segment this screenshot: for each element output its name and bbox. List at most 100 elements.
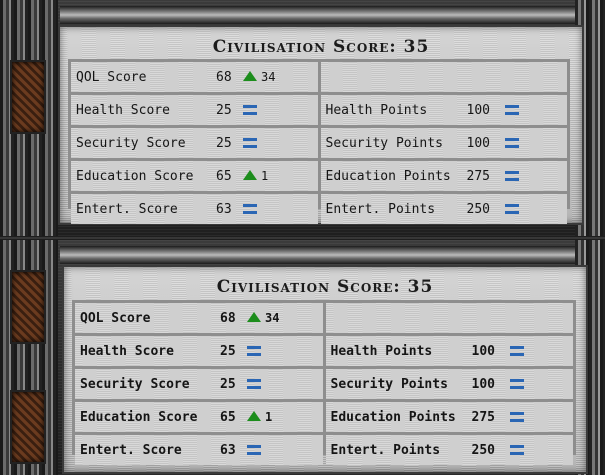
stat-label: Entert. Points	[325, 202, 436, 217]
stat-value: 250	[466, 202, 490, 217]
equals-icon	[509, 445, 524, 455]
stat-value: 250	[471, 443, 495, 458]
stat-value: 63	[216, 202, 232, 217]
score-grid: QOL Score 68 34 Health Score 25 Health Points…	[72, 300, 576, 465]
stat-value: 68	[216, 70, 232, 85]
stat-indicator	[509, 377, 524, 392]
stat-label: Health Score	[76, 103, 170, 118]
qol-score-cell: QOL Score 68 34	[71, 62, 318, 92]
education-points-cell: Education Points 275	[325, 402, 573, 432]
stat-label: Health Points	[330, 344, 433, 359]
equals-icon	[509, 346, 524, 356]
equals-icon	[504, 171, 519, 181]
health-score-cell: Health Score 25	[75, 336, 323, 366]
stat-label: QOL Score	[80, 311, 151, 326]
equals-icon	[243, 204, 257, 214]
entert-score-cell: Entert. Score 63	[75, 435, 323, 465]
empty-cell	[325, 303, 573, 333]
education-score-cell: Education Score 65 1	[75, 402, 323, 432]
stat-value: 275	[471, 410, 495, 425]
stat-value: 63	[220, 443, 236, 458]
stat-indicator: 34	[243, 70, 275, 85]
stat-indicator	[504, 169, 519, 184]
stat-value: 100	[466, 136, 490, 151]
score-grid: QOL Score 68 34 Health Score 25 Health Points…	[68, 59, 570, 224]
security-score-cell: Security Score 25	[71, 128, 318, 158]
stat-label: Education Score	[76, 169, 194, 184]
equals-icon	[247, 379, 261, 389]
equals-icon	[504, 138, 519, 148]
stat-label: Entert. Points	[330, 443, 441, 458]
health-score-cell: Health Score 25	[71, 95, 318, 125]
stat-label: Security Points	[325, 136, 443, 151]
stat-indicator	[504, 103, 519, 118]
stat-indicator	[509, 344, 524, 359]
stat-value: 68	[220, 311, 236, 326]
stat-indicator	[243, 103, 257, 118]
stat-value: 100	[471, 377, 495, 392]
stat-label: Security Score	[76, 136, 186, 151]
equals-icon	[504, 204, 519, 214]
up-arrow-icon	[247, 312, 261, 322]
equals-icon	[243, 138, 257, 148]
stat-indicator: 1	[243, 169, 268, 184]
stat-value: 65	[220, 410, 236, 425]
stat-change: 34	[265, 311, 280, 325]
health-points-cell: Health Points 100	[325, 336, 573, 366]
stat-indicator	[243, 202, 257, 217]
equals-icon	[247, 346, 261, 356]
stat-label: Security Score	[80, 377, 190, 392]
stat-label: Entert. Score	[80, 443, 182, 458]
stat-value: 65	[216, 169, 232, 184]
rust-grate	[10, 60, 46, 134]
health-points-cell: Health Points 100	[320, 95, 567, 125]
stat-label: QOL Score	[76, 70, 147, 85]
stat-value: 25	[220, 377, 236, 392]
stat-label: Education Score	[80, 410, 198, 425]
entert-score-cell: Entert. Score 63	[71, 194, 318, 224]
stat-change: 1	[261, 169, 269, 183]
stat-label: Education Points	[330, 410, 456, 425]
security-score-cell: Security Score 25	[75, 369, 323, 399]
equals-icon	[509, 379, 524, 389]
stat-value: 25	[216, 103, 232, 118]
stat-indicator	[247, 377, 261, 392]
education-score-cell: Education Score 65 1	[71, 161, 318, 191]
stat-value: 100	[471, 344, 495, 359]
stat-indicator	[247, 344, 261, 359]
stat-indicator	[247, 443, 261, 458]
stat-indicator	[504, 202, 519, 217]
stat-value: 25	[220, 344, 236, 359]
equals-icon	[243, 105, 257, 115]
up-arrow-icon	[243, 170, 257, 180]
stat-change: 34	[261, 70, 276, 84]
rust-grate	[10, 270, 46, 344]
civilisation-panel: Civilisation Score: 35 QOL Score 68 34 Heal…	[62, 265, 588, 474]
stat-indicator	[243, 136, 257, 151]
up-arrow-icon	[247, 411, 261, 421]
qol-score-cell: QOL Score 68 34	[75, 303, 323, 333]
entert-points-cell: Entert. Points 250	[320, 194, 567, 224]
stat-indicator: 34	[247, 311, 279, 326]
stat-label: Health Score	[80, 344, 174, 359]
stat-value: 100	[466, 103, 490, 118]
stat-value: 275	[466, 169, 490, 184]
entert-points-cell: Entert. Points 250	[325, 435, 573, 465]
stat-change: 1	[265, 410, 273, 424]
stat-value: 25	[216, 136, 232, 151]
empty-cell	[320, 62, 567, 92]
equals-icon	[247, 445, 261, 455]
stat-indicator: 1	[247, 410, 272, 425]
pipe-decoration	[60, 246, 600, 264]
equals-icon	[509, 412, 524, 422]
up-arrow-icon	[243, 71, 257, 81]
security-points-cell: Security Points 100	[325, 369, 573, 399]
security-points-cell: Security Points 100	[320, 128, 567, 158]
education-points-cell: Education Points 275	[320, 161, 567, 191]
stat-label: Entert. Score	[76, 202, 178, 217]
stat-indicator	[504, 136, 519, 151]
scene-bottom: Civilisation Score: 35 QOL Score 68 34 Heal…	[0, 240, 605, 475]
stat-label: Education Points	[325, 169, 451, 184]
stat-indicator	[509, 410, 524, 425]
stat-label: Security Points	[330, 377, 448, 392]
